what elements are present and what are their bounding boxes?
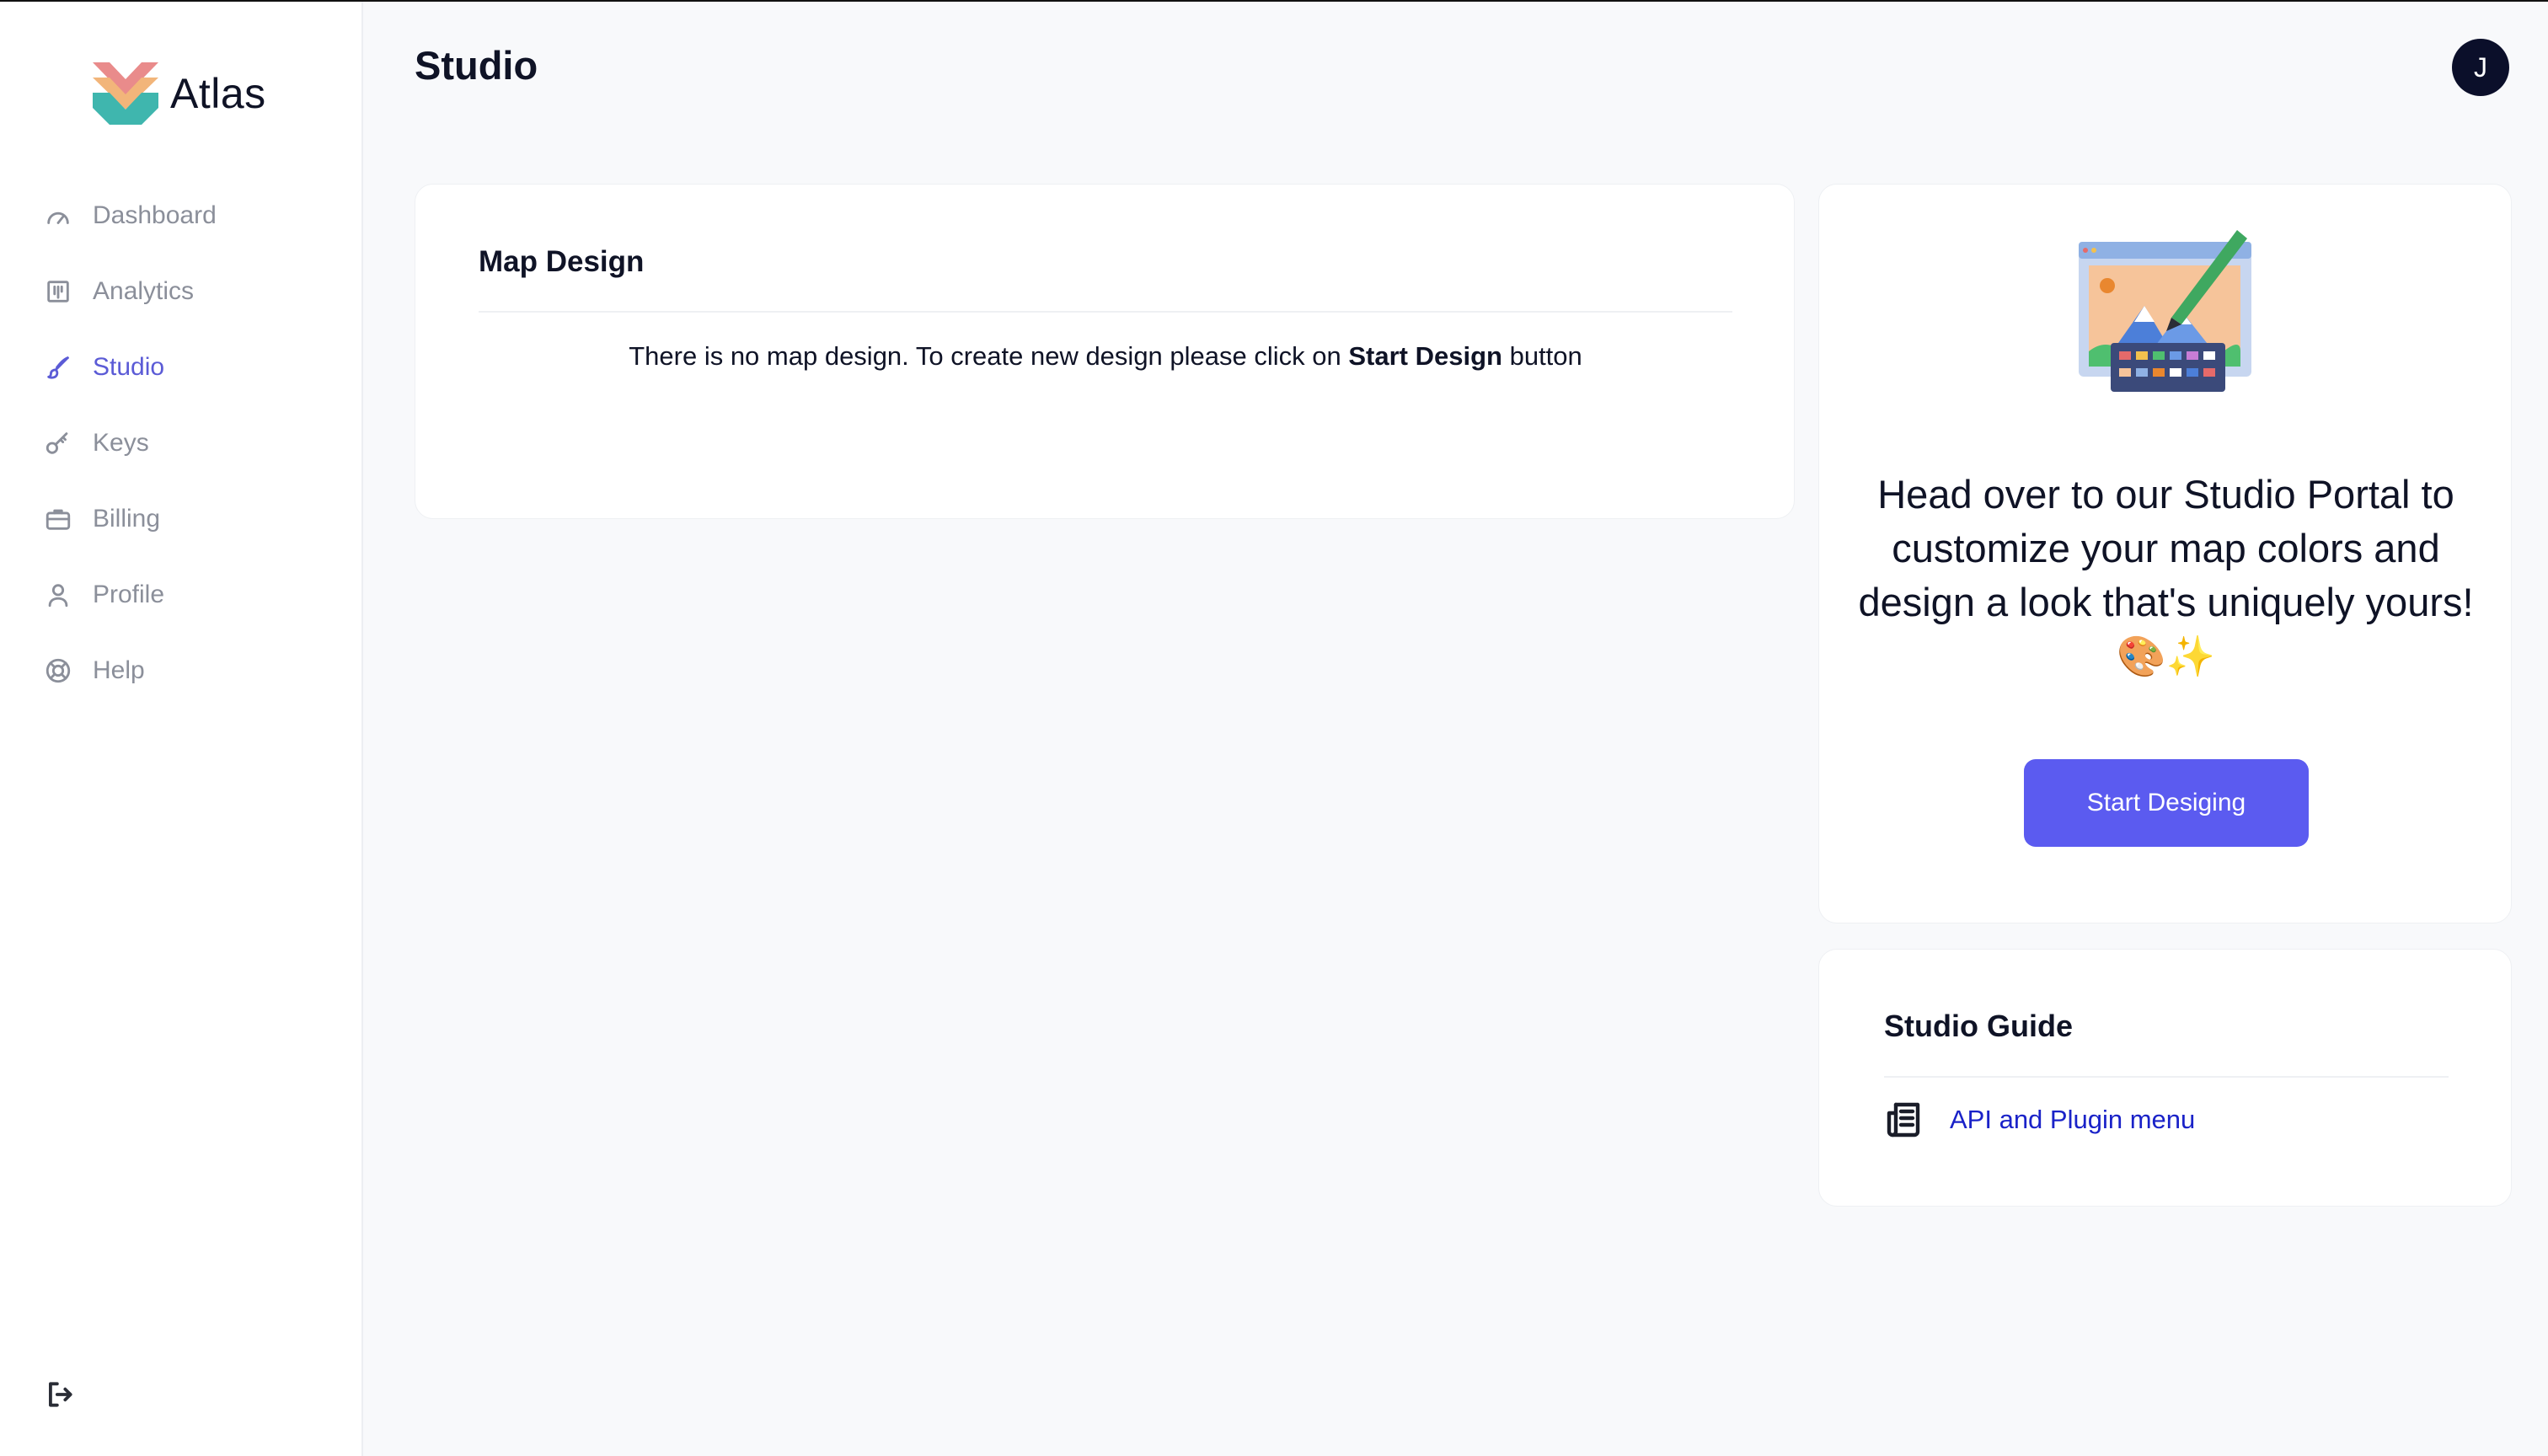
studio-guide-card: Studio Guide API and Plugin menu: [1818, 949, 2512, 1207]
key-icon: [42, 427, 74, 459]
start-designing-button[interactable]: Start Desiging: [2024, 759, 2309, 847]
api-plugin-menu-link[interactable]: API and Plugin menu: [1884, 1100, 2195, 1140]
chart-icon: [42, 276, 74, 308]
sidebar-item-profile[interactable]: Profile: [42, 570, 345, 620]
gauge-icon: [42, 200, 74, 232]
empty-state-bold: Start Design: [1348, 341, 1502, 371]
atlas-logo-icon: [93, 62, 158, 125]
sidebar-item-label: Profile: [93, 581, 165, 608]
sidebar-item-dashboard[interactable]: Dashboard: [42, 190, 345, 241]
map-design-card: Map Design There is no map design. To cr…: [415, 184, 1795, 519]
sidebar-item-label: Help: [93, 656, 145, 684]
map-design-title: Map Design: [479, 245, 645, 278]
page-title: Studio: [415, 43, 538, 88]
sidebar-item-label: Analytics: [93, 277, 195, 305]
logout-button[interactable]: [44, 1378, 78, 1412]
sidebar-item-keys[interactable]: Keys: [42, 418, 345, 468]
user-icon: [42, 579, 74, 611]
design-palette-icon: [2079, 230, 2251, 392]
sidebar-item-billing[interactable]: Billing: [42, 494, 345, 544]
sidebar-item-label: Dashboard: [93, 201, 217, 229]
briefcase-icon: [42, 503, 74, 535]
logout-icon: [49, 1382, 72, 1407]
sidebar-item-studio[interactable]: Studio: [42, 342, 345, 393]
lifebuoy-icon: [42, 655, 74, 687]
newspaper-icon: [1887, 1102, 1920, 1138]
sidebar: Atlas Dashboard Analytics Studio Keys Bi…: [0, 2, 363, 1456]
logo-text: Atlas: [170, 70, 266, 117]
avatar[interactable]: J: [2452, 39, 2509, 96]
divider: [479, 311, 1732, 313]
empty-state-prefix: There is no map design. To create new de…: [629, 341, 1349, 371]
window-top-border: [0, 0, 2548, 2]
api-plugin-menu-label[interactable]: API and Plugin menu: [1950, 1105, 2195, 1135]
sidebar-item-analytics[interactable]: Analytics: [42, 266, 345, 317]
divider: [1884, 1076, 2449, 1078]
brush-icon: [42, 351, 74, 383]
studio-promo-card: Head over to our Studio Portal to custom…: [1818, 184, 2512, 923]
empty-state-suffix: button: [1502, 341, 1582, 371]
empty-state-message: There is no map design. To create new de…: [415, 341, 1796, 372]
promo-text: Head over to our Studio Portal to custom…: [1858, 472, 2474, 678]
studio-guide-title: Studio Guide: [1884, 1009, 2073, 1043]
logo[interactable]: Atlas: [93, 62, 266, 125]
sidebar-item-help[interactable]: Help: [42, 645, 345, 696]
sidebar-item-label: Studio: [93, 353, 165, 381]
sidebar-item-label: Billing: [93, 505, 161, 533]
sidebar-item-label: Keys: [93, 429, 149, 457]
